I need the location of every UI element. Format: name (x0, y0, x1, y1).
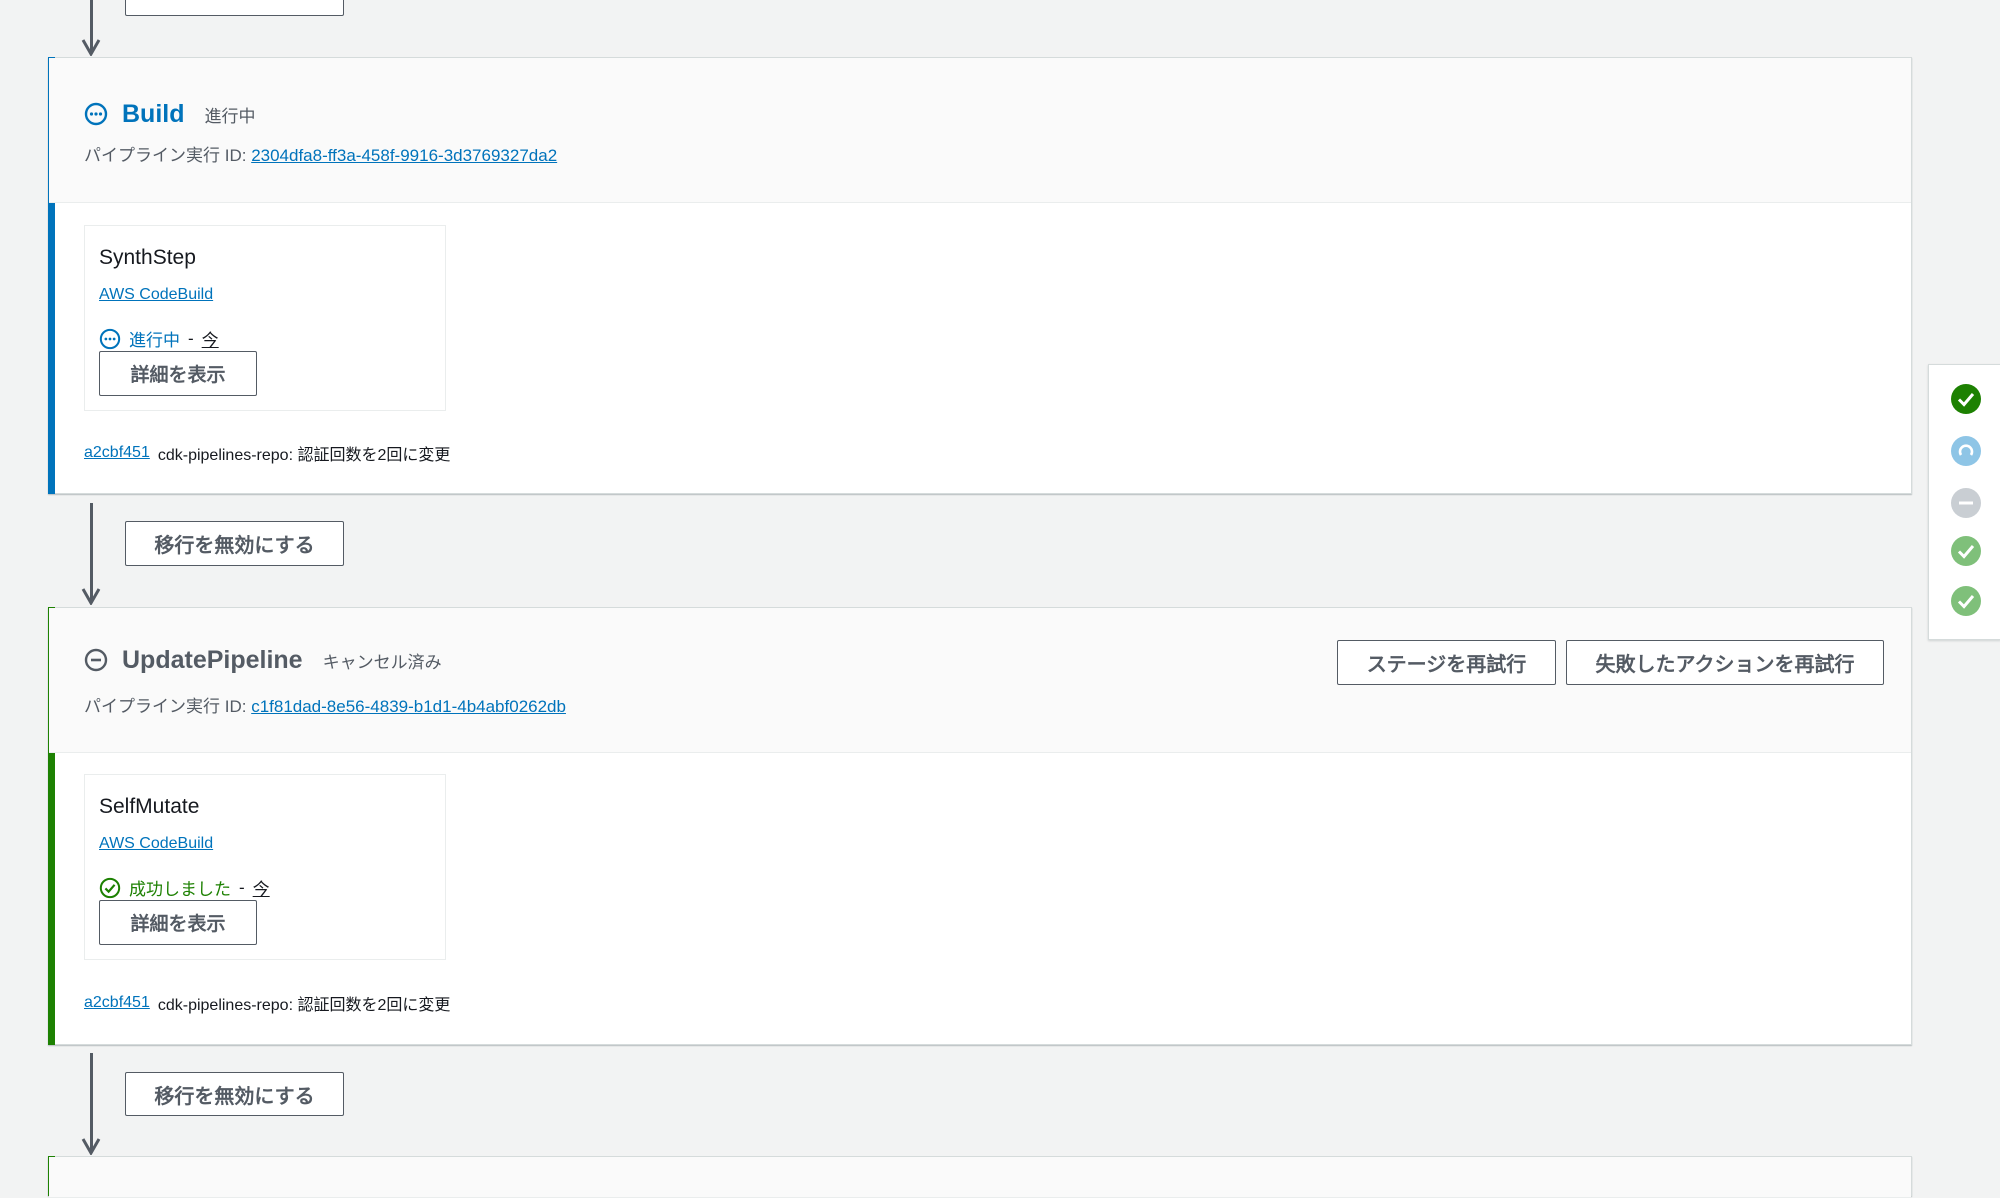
stage-updatepipeline: UpdatePipeline キャンセル済み パイプライン実行 ID: c1f8… (48, 607, 1912, 1045)
action-status-text: 成功しました (129, 880, 231, 899)
execution-id-line: パイプライン実行 ID: c1f81dad-8e56-4839-b1d1-4b4… (84, 692, 566, 717)
action-time[interactable]: 今 (202, 326, 219, 351)
transition-arrow (81, 503, 101, 605)
status-separator: - (239, 877, 245, 897)
execution-id-line: パイプライン実行 ID: 2304dfa8-ff3a-458f-9916-3d3… (84, 141, 557, 166)
action-status-text: 進行中 (129, 331, 180, 350)
action-name: SelfMutate (99, 795, 200, 818)
disable-transition-button[interactable]: 移行を無効にする (125, 1072, 344, 1116)
stage-next (48, 1156, 1912, 1198)
view-details-button[interactable]: 詳細を表示 (99, 900, 257, 945)
action-provider-link[interactable]: AWS CodeBuild (99, 835, 213, 853)
action-status: 成功しました - 今 (99, 875, 270, 900)
succeeded-icon[interactable] (1950, 383, 1982, 415)
stage-title: Build 進行中 (84, 98, 256, 130)
action-card-synthstep: SynthStep AWS CodeBuild 進行中 - 今 詳細を表示 (84, 225, 446, 411)
stage-build: Build 進行中 パイプライン実行 ID: 2304dfa8-ff3a-458… (48, 57, 1912, 494)
execution-id-label: パイプライン実行 ID: (84, 146, 247, 165)
action-time[interactable]: 今 (253, 875, 270, 900)
stage-status: 進行中 (204, 106, 256, 126)
cancelled-icon (84, 648, 108, 672)
retry-stage-button[interactable]: ステージを再試行 (1337, 640, 1556, 685)
commit-message: cdk-pipelines-repo: 認証回数を2回に変更 (157, 997, 451, 1014)
retry-failed-actions-button[interactable]: 失敗したアクションを再試行 (1566, 640, 1884, 685)
execution-id-link[interactable]: c1f81dad-8e56-4839-b1d1-4b4abf0262db (251, 697, 566, 716)
cancelled-icon[interactable] (1950, 487, 1982, 519)
stage-status: キャンセル済み (322, 652, 442, 672)
in-progress-icon[interactable] (1950, 435, 1982, 467)
succeeded-icon (99, 877, 121, 898)
succeeded-icon[interactable] (1950, 585, 1982, 617)
stage-header: UpdatePipeline キャンセル済み パイプライン実行 ID: c1f8… (49, 608, 1911, 753)
transition-arrow (81, 0, 101, 56)
commit-line: a2cbf451 cdk-pipelines-repo: 認証回数を2回に変更 (84, 991, 450, 1015)
action-card-selfmutate: SelfMutate AWS CodeBuild 成功しました - 今 詳細を表… (84, 774, 446, 960)
disable-transition-button[interactable]: 移行を無効にする (125, 521, 344, 566)
action-status: 進行中 - 今 (99, 326, 219, 351)
commit-id-link[interactable]: a2cbf451 (84, 994, 150, 1012)
in-progress-icon (99, 328, 121, 349)
transition-arrow (81, 1053, 101, 1155)
execution-id-label: パイプライン実行 ID: (84, 697, 247, 716)
stage-name: UpdatePipeline (122, 645, 303, 674)
succeeded-icon[interactable] (1950, 535, 1982, 567)
in-progress-icon (84, 102, 108, 126)
stage-status-rail (1928, 364, 2000, 640)
action-name: SynthStep (99, 246, 196, 269)
disable-transition-button-top[interactable] (125, 0, 344, 16)
commit-line: a2cbf451 cdk-pipelines-repo: 認証回数を2回に変更 (84, 441, 450, 465)
stage-name: Build (122, 99, 185, 128)
stage-header (49, 1157, 1911, 1198)
stage-title: UpdatePipeline キャンセル済み (84, 644, 442, 676)
action-provider-link[interactable]: AWS CodeBuild (99, 286, 213, 304)
commit-id-link[interactable]: a2cbf451 (84, 444, 150, 462)
view-details-button[interactable]: 詳細を表示 (99, 351, 257, 396)
stage-header: Build 進行中 パイプライン実行 ID: 2304dfa8-ff3a-458… (49, 58, 1911, 203)
commit-message: cdk-pipelines-repo: 認証回数を2回に変更 (157, 447, 451, 464)
status-separator: - (188, 328, 194, 348)
execution-id-link[interactable]: 2304dfa8-ff3a-458f-9916-3d3769327da2 (251, 146, 557, 165)
